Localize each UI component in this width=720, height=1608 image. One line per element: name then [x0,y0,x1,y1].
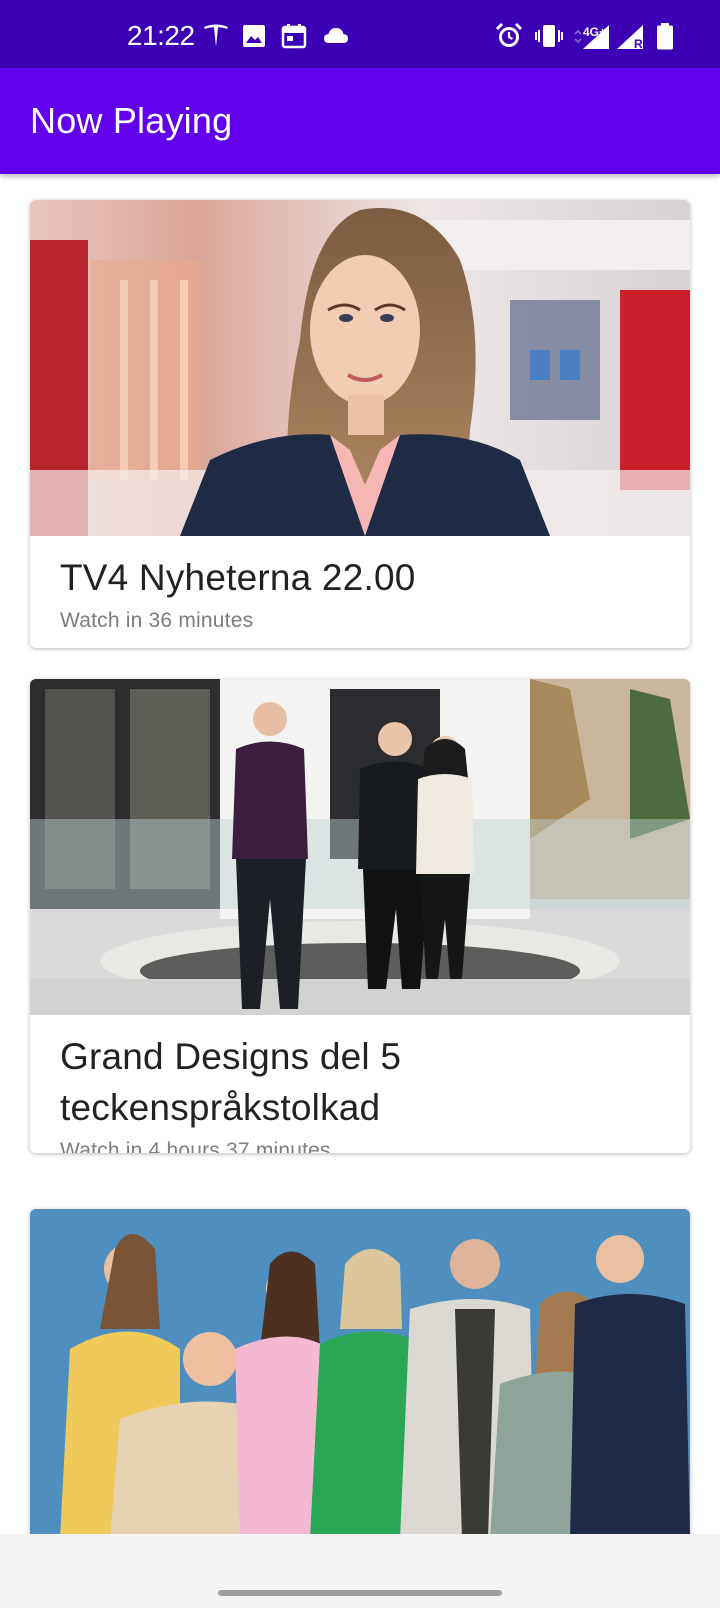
image-icon [243,25,265,47]
program-start-time: Watch in 36 minutes [60,609,254,632]
program-title: TV4 Nyheterna 22.00 [60,557,416,598]
program-card[interactable]: Grand Designs del 5 teckenspråkstolkad W… [30,679,690,1153]
program-thumbnail [30,679,690,1015]
program-start-time: Watch in 4 hours 37 minutes [60,1139,331,1153]
roaming-label: R [634,37,643,51]
network-type-label: 4G+ [583,25,607,39]
alarm-icon [495,22,523,47]
program-title: Grand Designs del 5 teckenspråkstolkad [60,1036,402,1128]
now-playing-list[interactable]: TV4 Nyheterna 22.00 Watch in 36 minutes [0,174,720,1534]
calendar-icon [281,24,307,49]
cloud-icon [324,28,348,43]
app-bar: Now Playing [0,68,720,174]
home-gesture-handle[interactable] [218,1590,502,1596]
program-thumbnail [30,1209,690,1534]
program-card[interactable]: TV4 Nyheterna 22.00 Watch in 36 minutes [30,200,690,648]
battery-icon [657,23,673,50]
page-title: Now Playing [30,100,233,141]
tesla-icon [204,24,228,47]
program-thumbnail [30,200,690,536]
status-bar: 21:22 4G+ R [0,0,720,68]
program-card[interactable] [30,1209,690,1534]
navigation-bar [0,1534,720,1608]
vibrate-icon [535,25,563,47]
status-time: 21:22 [127,20,195,51]
